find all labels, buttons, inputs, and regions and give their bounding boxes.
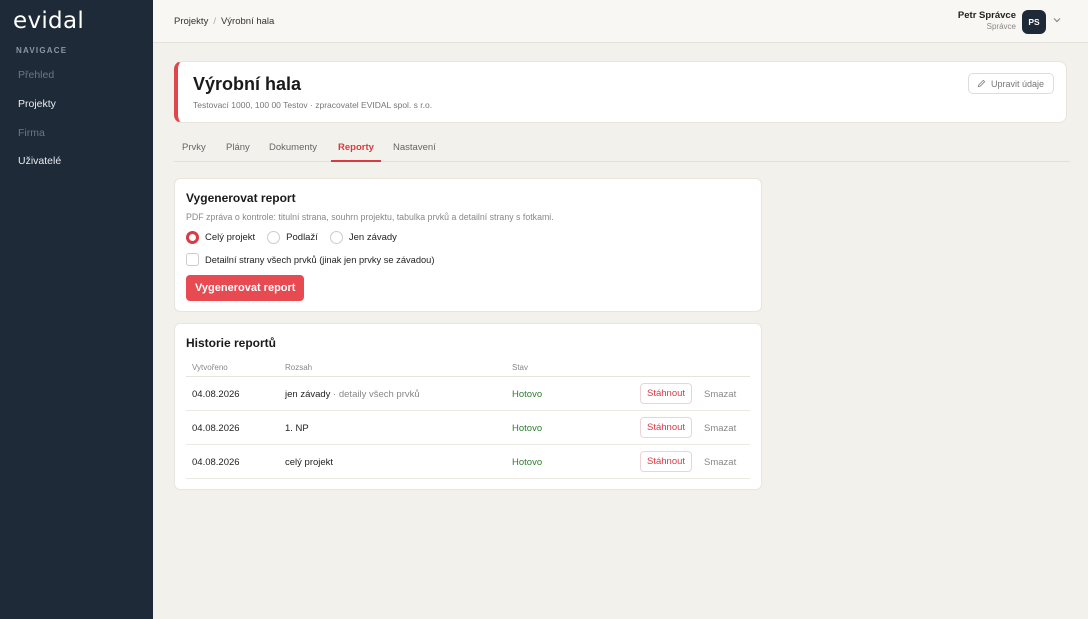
tab-dokumenty[interactable]: Dokumenty bbox=[269, 142, 317, 162]
sidebar-item-prehled[interactable]: Přehled bbox=[18, 69, 54, 81]
column-header-scope: Rozsah bbox=[285, 363, 313, 372]
sidebar-item-projekty[interactable]: Projekty bbox=[18, 98, 56, 110]
nav-heading: NAVIGACE bbox=[16, 46, 68, 55]
detail-checkbox-label[interactable]: Detailní strany všech prvků (jinak jen p… bbox=[205, 255, 434, 265]
generate-title: Vygenerovat report bbox=[186, 191, 296, 205]
radio-jen-zavady[interactable] bbox=[329, 231, 343, 244]
radio-cely-projekt[interactable] bbox=[186, 231, 199, 244]
delete-button[interactable]: Smazat bbox=[704, 389, 736, 400]
generate-report-card: Vygenerovat report PDF zpráva o kontrole… bbox=[174, 178, 762, 312]
row-scope: 1. NP bbox=[285, 423, 309, 434]
breadcrumb-current: Výrobní hala bbox=[220, 16, 275, 27]
row-scope-main: 1. NP bbox=[285, 423, 309, 434]
breadcrumb-separator: / bbox=[213, 16, 216, 27]
project-subtitle: Testovací 1000, 100 00 Testov · zpracova… bbox=[193, 100, 433, 110]
user-name: Petr Správce bbox=[957, 10, 1016, 21]
edit-project-button[interactable]: Upravit údaje bbox=[967, 73, 1054, 94]
chevron-down-icon[interactable] bbox=[1052, 15, 1062, 25]
row-date: 04.08.2026 bbox=[192, 423, 240, 434]
detail-checkbox-row: Detailní strany všech prvků (jinak jen p… bbox=[186, 253, 434, 266]
radio-label-cely-projekt[interactable]: Celý projekt bbox=[205, 232, 255, 243]
table-row: 04.08.2026 jen závady · detaily všech pr… bbox=[186, 377, 750, 411]
row-date: 04.08.2026 bbox=[192, 457, 240, 468]
project-tabs: Prvky Plány Dokumenty Reporty Nastavení bbox=[174, 140, 1070, 162]
tab-reporty[interactable]: Reporty bbox=[331, 142, 381, 162]
download-button[interactable]: Stáhnout bbox=[640, 417, 693, 438]
topbar: Projekty / Výrobní hala Petr Správce Správ… bbox=[153, 0, 1088, 43]
row-status: Hotovo bbox=[512, 457, 543, 468]
table-row: 04.08.2026 1. NP Hotovo Stáhnout Smazat bbox=[186, 411, 750, 445]
sidebar-item-firma[interactable]: Firma bbox=[18, 127, 45, 139]
row-scope-main: celý projekt bbox=[285, 457, 334, 468]
column-header-created: Vytvořeno bbox=[192, 363, 228, 372]
edit-project-label: Upravit údaje bbox=[990, 78, 1044, 89]
avatar[interactable]: PS bbox=[1022, 10, 1046, 34]
page-title: Výrobní hala bbox=[193, 74, 302, 94]
column-header-status: Stav bbox=[512, 363, 529, 372]
generate-report-button[interactable]: Vygenerovat report bbox=[186, 275, 305, 301]
row-scope-main: jen závady bbox=[285, 389, 331, 400]
breadcrumb-projekty[interactable]: Projekty bbox=[174, 16, 208, 27]
table-row: 04.08.2026 celý projekt Hotovo Stáhnout … bbox=[186, 445, 750, 479]
sidebar: evidal NAVIGACE Přehled Projekty Firma U… bbox=[0, 0, 153, 619]
row-date: 04.08.2026 bbox=[192, 389, 240, 400]
delete-button[interactable]: Smazat bbox=[704, 423, 736, 434]
tab-plany[interactable]: Plány bbox=[226, 142, 250, 162]
detail-checkbox[interactable] bbox=[186, 253, 199, 266]
download-button[interactable]: Stáhnout bbox=[640, 451, 693, 472]
download-button[interactable]: Stáhnout bbox=[640, 383, 693, 404]
radio-label-podlazi[interactable]: Podlaží bbox=[286, 232, 318, 243]
sidebar-item-uzivatele[interactable]: Uživatelé bbox=[18, 155, 61, 167]
row-status: Hotovo bbox=[512, 423, 543, 434]
project-header-card: Výrobní hala Testovací 1000, 100 00 Test… bbox=[174, 61, 1067, 123]
delete-button[interactable]: Smazat bbox=[704, 457, 736, 468]
breadcrumb: Projekty / Výrobní hala bbox=[174, 16, 274, 27]
app-logo[interactable]: evidal bbox=[13, 8, 84, 34]
tab-prvky[interactable]: Prvky bbox=[182, 142, 206, 162]
row-scope: jen závady · detaily všech prvků bbox=[285, 389, 420, 400]
history-title: Historie reportů bbox=[186, 336, 277, 350]
report-history-card: Historie reportů Vytvořeno Rozsah Stav 0… bbox=[174, 323, 762, 490]
scope-radio-group: Celý projekt Podlaží Jen závady bbox=[186, 231, 409, 244]
row-scope: celý projekt bbox=[285, 457, 333, 468]
tab-nastaveni[interactable]: Nastavení bbox=[393, 142, 436, 162]
pencil-icon bbox=[977, 79, 986, 88]
radio-podlazi[interactable] bbox=[267, 231, 281, 244]
generate-description: PDF zpráva o kontrole: titulní strana, s… bbox=[186, 212, 554, 222]
row-status: Hotovo bbox=[512, 389, 543, 400]
row-scope-extra: · detaily všech prvků bbox=[330, 389, 420, 400]
user-role: Správce bbox=[986, 22, 1016, 31]
user-info[interactable]: Petr Správce Správce bbox=[958, 10, 1016, 31]
radio-label-jen-zavady[interactable]: Jen závady bbox=[349, 232, 397, 243]
